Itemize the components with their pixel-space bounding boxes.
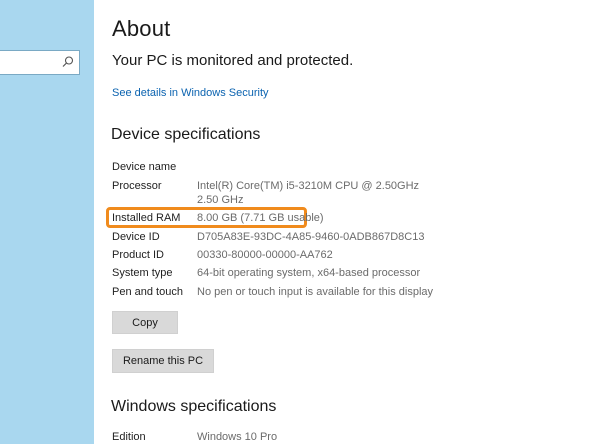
- spec-label: Device name: [112, 161, 177, 173]
- search-input[interactable]: [0, 50, 80, 75]
- device-specs-heading: Device specifications: [111, 126, 261, 143]
- spec-row-processor: Processor Intel(R) Core(TM) i5-3210M CPU…: [112, 180, 582, 208]
- spec-value: Windows 10 Pro: [197, 431, 278, 443]
- settings-window: About Your PC is monitored and protected…: [0, 0, 592, 444]
- sidebar: [0, 0, 94, 444]
- spec-label: Edition: [112, 431, 146, 443]
- spec-value: 00330-80000-00000-AA762: [197, 249, 333, 261]
- spec-label: System type: [112, 267, 173, 279]
- copy-button[interactable]: Copy: [112, 311, 178, 334]
- windows-security-link[interactable]: See details in Windows Security: [112, 87, 269, 99]
- spec-label: Pen and touch: [112, 286, 183, 298]
- spec-label: Product ID: [112, 249, 164, 261]
- page-title: About: [112, 16, 171, 41]
- spec-label: Device ID: [112, 231, 160, 243]
- rename-pc-button[interactable]: Rename this PC: [112, 349, 214, 373]
- spec-label: Processor: [112, 180, 162, 192]
- spec-value: Intel(R) Core(TM) i5-3210M CPU @ 2.50GHz…: [197, 180, 429, 206]
- protection-status: Your PC is monitored and protected.: [112, 52, 354, 69]
- windows-specs-heading: Windows specifications: [111, 398, 277, 415]
- spec-value: D705A83E-93DC-4A85-9460-0ADB867D8C13: [197, 231, 425, 243]
- main-content: About Your PC is monitored and protected…: [94, 0, 592, 444]
- spec-label: Installed RAM: [112, 212, 181, 224]
- spec-value: No pen or touch input is available for t…: [197, 286, 434, 298]
- spec-value: 8.00 GB (7.71 GB usable): [197, 212, 324, 224]
- search-icon[interactable]: [61, 55, 75, 69]
- spec-value: 64-bit operating system, x64-based proce…: [197, 267, 421, 279]
